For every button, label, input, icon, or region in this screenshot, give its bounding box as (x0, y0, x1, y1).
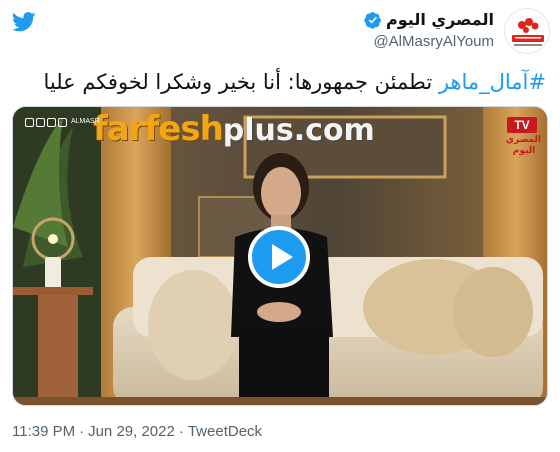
tweet-date[interactable]: Jun 29, 2022 (88, 423, 175, 440)
tweet-card: المصري اليوم @AlMasryAlYoum #آمال_ماهر ت… (0, 0, 560, 452)
channel-logo-line2: اليوم (512, 146, 536, 156)
play-icon (271, 244, 293, 270)
author-handle[interactable]: @AlMasryAlYoum (364, 33, 494, 50)
youtube-icon (58, 118, 67, 127)
almasry-alyoum-logo (505, 9, 549, 53)
tweet-meta: 11:39 PM · Jun 29, 2022 · TweetDeck (12, 423, 262, 440)
facebook-icon (25, 118, 34, 127)
author-block[interactable]: المصري اليوم @AlMasryAlYoum (364, 10, 494, 50)
twitter-icon (36, 118, 45, 127)
hashtag-link[interactable]: #آمال_ماهر (439, 70, 546, 94)
meta-separator: · (79, 423, 85, 440)
channel-logo: TV المصري اليوم (505, 117, 541, 159)
tweet-header: المصري اليوم @AlMasryAlYoum (10, 8, 550, 56)
meta-separator-2: · (178, 423, 184, 440)
tweet-text: #آمال_ماهر تطمئن جمهورها: أنا بخير وشكرا… (14, 68, 546, 96)
tweet-source[interactable]: TweetDeck (188, 423, 262, 440)
tweet-body: تطمئن جمهورها: أنا بخير وشكرا لخوفكم علي… (43, 70, 439, 94)
tv-badge: TV (507, 117, 537, 133)
author-name[interactable]: المصري اليوم (386, 10, 494, 29)
twitter-bird-icon[interactable] (12, 12, 36, 32)
watermark-plus: plus.com (222, 113, 375, 148)
instagram-icon (47, 118, 56, 127)
watermark: farfeshplus.com (93, 109, 375, 153)
avatar[interactable] (504, 8, 550, 54)
video-player[interactable]: farfeshplus.com ALMASR TV المصري اليوم (12, 106, 548, 406)
channel-logo-line1: المصري (505, 135, 541, 145)
play-button[interactable] (248, 226, 310, 288)
watermark-farfesh: farfesh (93, 109, 224, 149)
corner-text: ALMASR (71, 118, 100, 125)
verified-badge-icon (364, 11, 381, 29)
tweet-time[interactable]: 11:39 PM (12, 423, 75, 440)
